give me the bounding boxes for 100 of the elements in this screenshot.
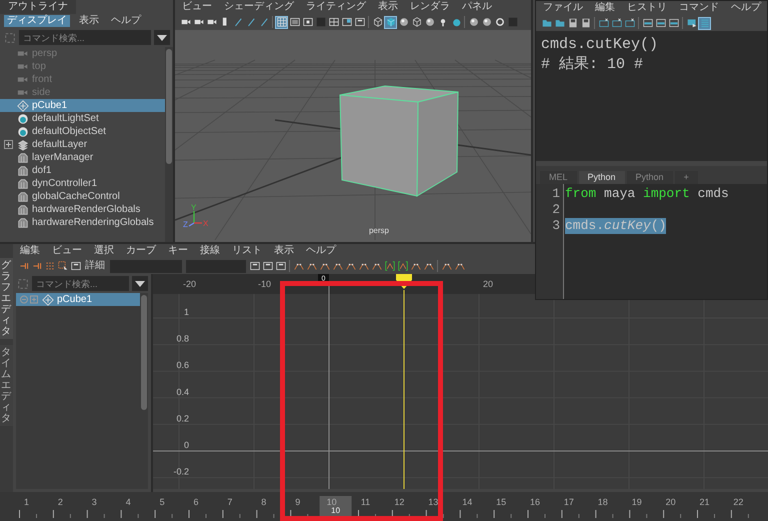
node-icon [16, 203, 29, 216]
outliner-item[interactable]: layerManager [0, 151, 165, 164]
outliner-item[interactable]: pCube1 [16, 293, 140, 306]
menu-item[interactable]: 編集 [17, 245, 43, 257]
panel-icon[interactable] [667, 16, 680, 30]
film-icon[interactable] [288, 16, 301, 28]
frame-label: 12 [394, 497, 404, 507]
wireframe-cube-icon[interactable] [410, 16, 423, 28]
grid-icon[interactable] [275, 16, 288, 28]
text-field[interactable] [186, 260, 246, 272]
search-field[interactable]: コマンド検索... [19, 30, 151, 45]
frame-label: 11 [360, 497, 370, 507]
run-icon[interactable] [685, 16, 698, 30]
menu-item[interactable]: ヘルプ [728, 2, 764, 14]
cube-icon[interactable] [384, 16, 397, 28]
side-tab[interactable]: タイムエディタ [0, 345, 13, 426]
menu-item[interactable]: キー [165, 245, 191, 257]
transform-icon [41, 293, 54, 306]
bracketed-curve-icon[interactable] [396, 260, 409, 272]
code-editor[interactable]: 1 2 3 from maya import cmds cmds.cutKey() [536, 184, 767, 299]
select-icon[interactable] [56, 260, 69, 272]
axis-label: 0.8 [176, 334, 189, 344]
image-icon[interactable] [340, 16, 353, 28]
frame-label: 18 [598, 497, 608, 507]
menu-item[interactable]: 表示 [375, 1, 401, 13]
scrollbar-thumb[interactable] [141, 295, 147, 410]
dropdown-button[interactable] [132, 276, 148, 291]
menu-item[interactable]: 接線 [197, 245, 223, 257]
menu-item[interactable]: ビュー [179, 1, 215, 13]
menu-item[interactable]: レンダラ [407, 1, 453, 13]
clear-icon[interactable] [610, 16, 623, 30]
frame-label: 5 [160, 497, 165, 507]
outliner-item[interactable]: hardwareRenderGlobals [0, 203, 165, 216]
sphere-icon[interactable] [467, 16, 480, 28]
editor-tab[interactable]: Python [626, 171, 673, 184]
split-view-icon[interactable] [327, 16, 340, 28]
outliner-item[interactable]: pCube1 [0, 99, 165, 112]
outliner-item[interactable]: dynController1 [0, 177, 165, 190]
sphere-icon[interactable] [397, 16, 410, 28]
scrollbar-thumb[interactable] [166, 49, 172, 164]
frame-label: 20 [666, 497, 676, 507]
wireframe-cube-icon[interactable] [371, 16, 384, 28]
editor-tab[interactable]: MEL [540, 171, 577, 184]
search-field[interactable]: コマンド検索... [32, 276, 129, 291]
menu-item[interactable]: ファイル [540, 2, 586, 14]
caret-icon [157, 34, 167, 40]
scrollbar-track[interactable] [165, 47, 173, 242]
panel-tab[interactable]: アウトライナ [0, 0, 76, 14]
frame-icon[interactable] [353, 16, 366, 28]
side-tab[interactable]: グラフエディタ [0, 258, 13, 339]
menu-item[interactable]: ヘルプ [108, 15, 144, 27]
outliner-item[interactable]: dof1 [0, 164, 165, 177]
frame-icon[interactable] [274, 260, 287, 272]
menu-item[interactable]: 表示 [76, 15, 102, 27]
menu-item[interactable]: ビュー [49, 245, 85, 257]
menu-item[interactable]: ディスプレイ [4, 15, 70, 27]
line-number: 3 [551, 218, 560, 234]
menu-item[interactable]: カーブ [123, 245, 159, 257]
axis-label: -0.2 [173, 466, 189, 477]
menu-item[interactable]: シェーディング [221, 1, 297, 13]
editor-tab[interactable]: Python [578, 171, 625, 184]
menu-item[interactable]: コマンド [676, 2, 722, 14]
ring-icon[interactable] [493, 16, 506, 28]
output-line: cmds.cutKey() [541, 35, 660, 55]
editor-tab[interactable]: + [674, 171, 698, 184]
frame-icon[interactable] [69, 260, 82, 272]
menu-item[interactable]: 選択 [91, 245, 117, 257]
menu-item[interactable]: ライティング [303, 1, 369, 13]
caret-icon [135, 280, 145, 286]
menu-item[interactable]: 表示 [271, 245, 297, 257]
outliner-item[interactable]: hardwareRenderingGlobals [0, 216, 165, 229]
toolbar-label: 詳細 [84, 260, 106, 272]
menu-item[interactable]: ヒストリ [624, 2, 670, 14]
clear-icon[interactable] [623, 16, 636, 30]
panel-icon[interactable] [654, 16, 667, 30]
panel-icon[interactable] [641, 16, 654, 30]
menu-item[interactable]: ヘルプ [303, 245, 339, 257]
outliner-item[interactable]: defaultLayer [0, 138, 165, 151]
frame-icon[interactable] [248, 260, 261, 272]
menu-item[interactable]: リスト [229, 245, 265, 257]
clear-icon[interactable] [597, 16, 610, 30]
sphere-icon[interactable] [423, 16, 436, 28]
outliner-item[interactable]: defaultObjectSet [0, 125, 165, 138]
menu-item[interactable]: 編集 [592, 2, 618, 14]
output-line: # 結果: 10 # [541, 55, 644, 75]
sphere-icon[interactable] [480, 16, 493, 28]
expand-icon[interactable] [4, 138, 13, 151]
current-frame-label: 10 [331, 506, 340, 515]
outliner-item[interactable]: globalCacheControl [0, 190, 165, 203]
node-icon [16, 164, 29, 177]
bracketed-curve-icon[interactable] [383, 260, 396, 272]
frame-label: 17 [564, 497, 574, 507]
frame-icon[interactable] [261, 260, 274, 272]
menu-item[interactable]: パネル [459, 1, 495, 13]
square-icon[interactable] [301, 16, 314, 28]
transform-icon [16, 99, 29, 112]
text-field[interactable] [110, 260, 182, 272]
list-icon[interactable] [698, 16, 711, 30]
outliner-item[interactable]: defaultLightSet [0, 112, 165, 125]
dropdown-button[interactable] [154, 30, 170, 45]
